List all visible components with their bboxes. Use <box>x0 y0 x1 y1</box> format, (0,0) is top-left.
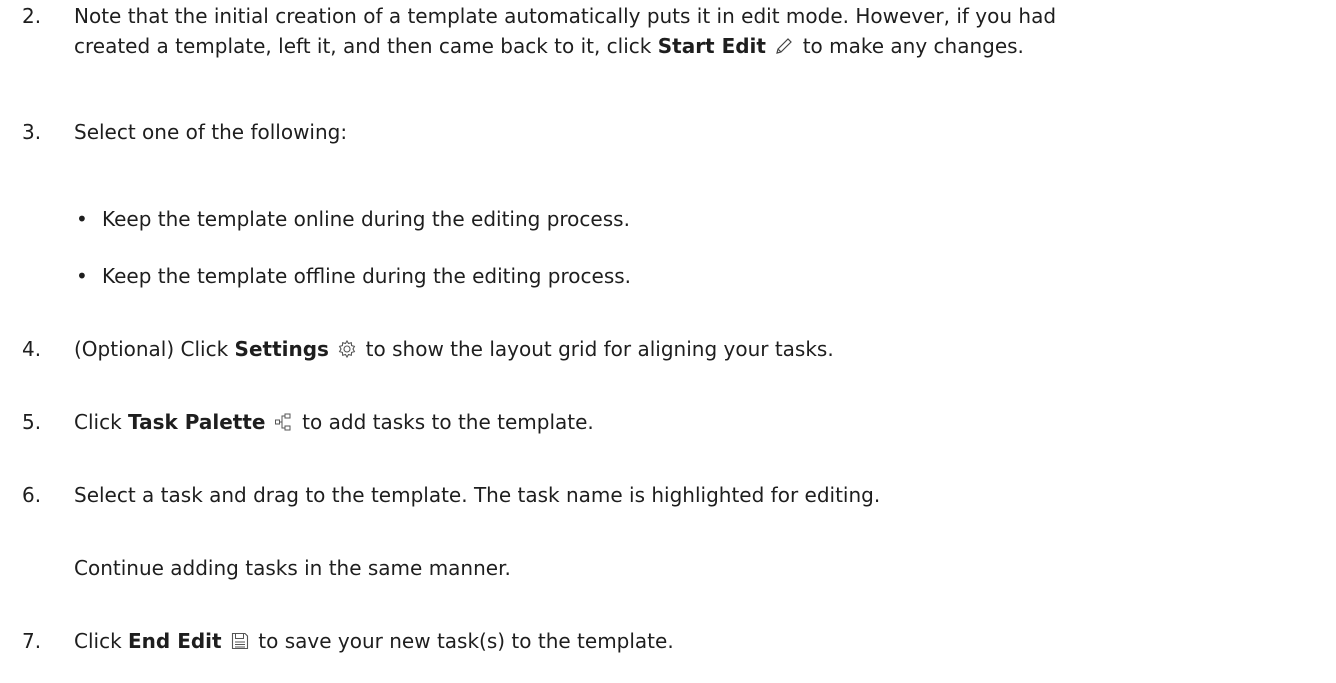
settings-label: Settings <box>234 337 329 361</box>
start-edit-label: Start Edit <box>657 34 766 58</box>
step-number: 6. <box>22 483 42 507</box>
step-text: Select a task and drag to the template. … <box>74 483 881 507</box>
step-number: 4. <box>22 337 42 361</box>
bullet-glyph: • <box>76 264 88 288</box>
step-6-followup: Continue adding tasks in the same manner… <box>74 556 511 580</box>
step-number: 3. <box>22 120 42 144</box>
step-number: 5. <box>22 410 42 434</box>
save-icon <box>230 630 250 659</box>
step-text: Select one of the following: <box>74 120 348 144</box>
task-palette-label: Task Palette <box>128 410 266 434</box>
task-palette-icon <box>274 411 294 440</box>
bullet-glyph: • <box>76 207 88 231</box>
step-text-line-2: created a template, left it, and then ca… <box>74 32 1334 64</box>
list-item: • Keep the template offline during the ed… <box>74 262 631 291</box>
gear-icon <box>337 338 357 367</box>
end-edit-label: End Edit <box>128 629 222 653</box>
step-text: (Optional) Click Settings to show the la… <box>74 335 1334 367</box>
step-text: Click End Edit to save your new task(s) … <box>74 627 1334 659</box>
step-number: 2. <box>22 4 42 28</box>
list-item: • Keep the template online during the edi… <box>74 205 630 234</box>
step-text-line-1: Note that the initial creation of a temp… <box>74 4 1057 28</box>
step-text: Click Task Palette to add tasks to the t… <box>74 408 1334 440</box>
step-number: 7. <box>22 629 42 653</box>
pencil-icon <box>774 35 794 64</box>
